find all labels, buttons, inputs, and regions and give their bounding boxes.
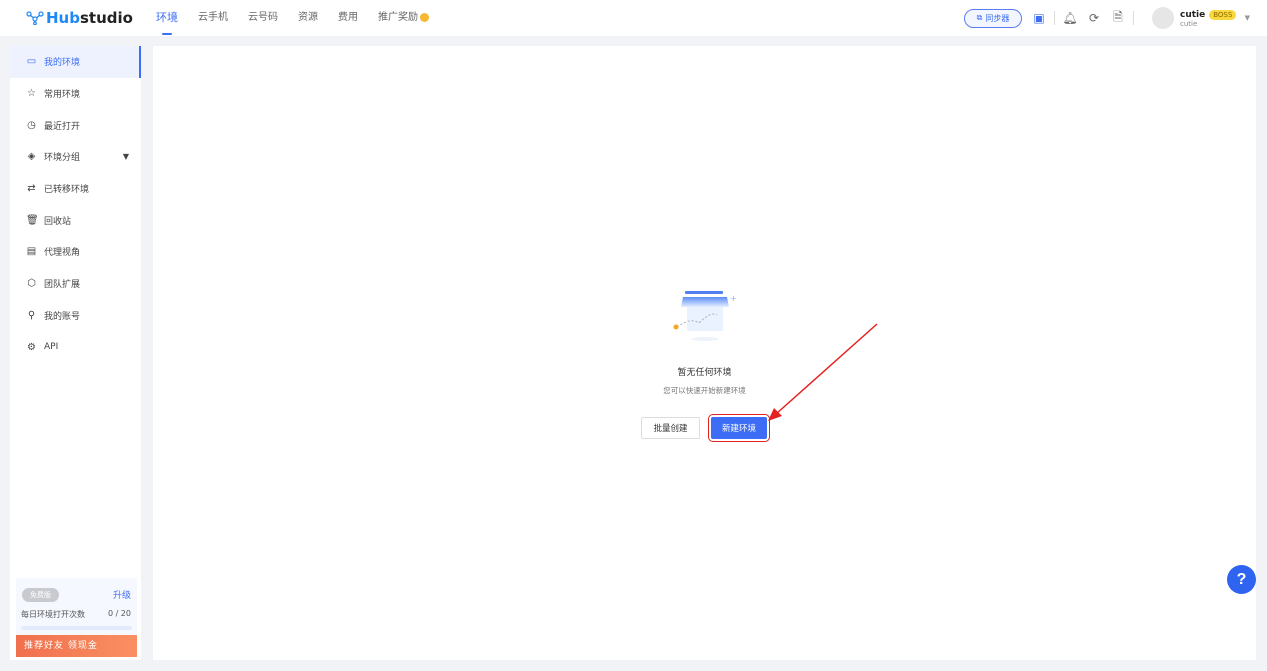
sidebar-item-label: 团队扩展 — [44, 280, 81, 291]
boss-badge: BOSS — [1209, 9, 1237, 20]
upgrade-link[interactable]: 升级 — [113, 588, 131, 601]
chevron-down-icon[interactable]: ▼ — [123, 152, 129, 161]
sidebar-item-team-expand[interactable]: ⬡ 团队扩展 — [10, 268, 141, 300]
favorite-env-icon: ☆ — [27, 88, 36, 100]
nav-cloud-phone[interactable]: 云手机 — [198, 0, 228, 36]
sidebar-item-label: 最近打开 — [44, 121, 81, 132]
empty-title: 暂无任何环境 — [677, 368, 732, 378]
sidebar-item-env-group[interactable]: ◈ 环境分组 ▼ — [10, 141, 141, 173]
batch-create-button[interactable]: 批量创建 — [641, 417, 700, 439]
empty-store-illustration: + — [673, 291, 737, 341]
user-sub: cutie — [1180, 19, 1198, 28]
top-bar: Hub studio 环境 云手机 云号码 资源 费用 推广奖励 ⧉ 同步器 ▣ 🔔… — [0, 0, 1267, 36]
logo[interactable]: Hub studio — [26, 9, 133, 27]
sidebar-item-label: 环境分组 — [44, 153, 81, 164]
api-icon: ⚙ — [27, 341, 36, 353]
sidebar-item-proxy-view[interactable]: ▤ 代理视角 — [10, 236, 141, 268]
sidebar: ▭ 我的环境 ☆ 常用环境 ◷ 最近打开 ◈ 环境分组 ▼ ⇄ 已转移环境 🗑 回收站 ▤ 代理视角 ⬡ 团队扩… — [10, 46, 141, 660]
plan-badge: 免费版 — [22, 588, 59, 602]
main-nav: 环境 云手机 云号码 资源 费用 推广奖励 — [156, 0, 429, 36]
divider — [1054, 11, 1055, 25]
svg-text:+: + — [730, 294, 737, 303]
log-icon[interactable]: 🗎 — [1111, 10, 1125, 25]
sidebar-item-label: API — [44, 342, 59, 353]
usage-bar — [21, 626, 132, 630]
sidebar-item-my-env[interactable]: ▭ 我的环境 — [10, 46, 141, 78]
empty-subtitle: 您可以快速开始新建环境 — [663, 386, 746, 395]
nav-billing[interactable]: 费用 — [338, 0, 358, 36]
nav-referral-label: 推广奖励 — [378, 12, 418, 23]
header-actions: ⧉ 同步器 ▣ 🔔︎ ⟳ 🗎 cutie BOSS cutie ▼ — [964, 7, 1254, 29]
recycle-bin-icon: 🗑 — [26, 214, 39, 226]
logo-icon — [26, 11, 44, 25]
sidebar-item-api[interactable]: ⚙ API — [10, 331, 141, 363]
new-environment-button[interactable]: 新建环境 — [708, 414, 770, 442]
sidebar-item-recycle-bin[interactable]: 🗑 回收站 — [10, 204, 141, 236]
referral-banner[interactable]: 推荐好友 领现金 — [16, 635, 137, 657]
sync-icon: ⧉ — [976, 13, 983, 22]
sidebar-item-label: 我的环境 — [44, 58, 81, 69]
bell-icon[interactable]: 🔔︎ — [1062, 11, 1077, 25]
proxy-view-icon: ▤ — [26, 246, 37, 258]
logo-text-hub: Hub — [46, 9, 80, 27]
env-group-icon: ◈ — [27, 151, 36, 163]
main-panel: + 暂无任何环境 您可以快速开始新建环境 批量创建 新建环境 — [153, 46, 1256, 660]
logo-text-studio: studio — [79, 9, 133, 27]
transferred-env-icon: ⇄ — [27, 183, 36, 195]
avatar[interactable] — [1152, 7, 1174, 29]
coin-icon — [420, 12, 429, 22]
my-account-icon: ⚲ — [27, 309, 36, 321]
user-info[interactable]: cutie BOSS cutie — [1180, 9, 1237, 28]
sync-button[interactable]: ⧉ 同步器 — [964, 8, 1022, 28]
help-button[interactable]: ? — [1227, 565, 1256, 594]
my-env-icon: ▭ — [26, 56, 37, 68]
chevron-down-icon[interactable]: ▼ — [1240, 11, 1254, 25]
plan-card: 免费版 升级 每日环境打开次数 0 / 20 推荐好友 领现金 — [16, 578, 137, 657]
nav-cloud-number[interactable]: 云号码 — [248, 0, 278, 36]
download-icon[interactable]: ⟳ — [1087, 11, 1101, 25]
nav-resources[interactable]: 资源 — [298, 0, 318, 36]
nav-env[interactable]: 环境 — [156, 0, 178, 36]
team-expand-icon: ⬡ — [27, 278, 36, 290]
sidebar-item-label: 代理视角 — [44, 248, 81, 259]
screen-icon[interactable]: ▣ — [1032, 11, 1046, 25]
sidebar-item-label: 常用环境 — [44, 90, 81, 101]
nav-referral[interactable]: 推广奖励 — [378, 0, 429, 36]
sidebar-item-favorite-env[interactable]: ☆ 常用环境 — [10, 78, 141, 110]
recent-icon: ◷ — [27, 119, 36, 131]
sidebar-item-label: 我的账号 — [44, 311, 81, 322]
user-name: cutie — [1180, 9, 1206, 20]
sync-label: 同步器 — [985, 13, 1010, 23]
divider — [1133, 11, 1134, 25]
sidebar-item-recent[interactable]: ◷ 最近打开 — [10, 109, 141, 141]
sidebar-item-label: 回收站 — [44, 216, 72, 227]
open-count-value: 0 / 20 — [107, 609, 131, 618]
sidebar-item-label: 已转移环境 — [44, 185, 90, 196]
open-count-label: 每日环境打开次数 — [21, 610, 85, 619]
sidebar-item-transferred-env[interactable]: ⇄ 已转移环境 — [10, 173, 141, 205]
sidebar-item-my-account[interactable]: ⚲ 我的账号 — [10, 300, 141, 332]
